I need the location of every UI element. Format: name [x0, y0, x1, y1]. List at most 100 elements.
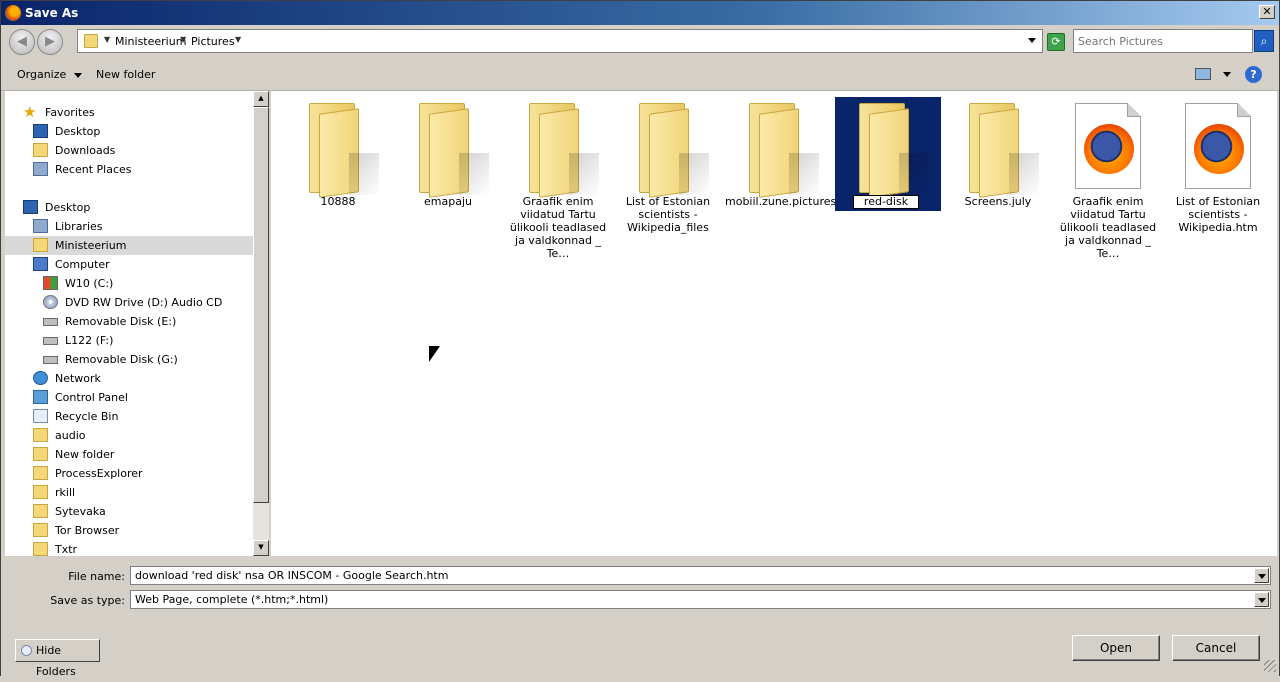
file-name-value: download 'red disk' nsa OR INSCOM - Goog…: [135, 569, 449, 582]
star-icon: ★: [23, 103, 37, 121]
nav-item[interactable]: audio: [5, 426, 255, 445]
search-button[interactable]: ⌕: [1254, 30, 1274, 52]
nav-item[interactable]: Ministeerium: [5, 236, 255, 255]
navigation-scrollbar[interactable]: ▲ ▼: [253, 91, 269, 556]
file-item[interactable]: Graafik enim viidatud Tartu ülikooli tea…: [1055, 97, 1161, 260]
nav-item[interactable]: ProcessExplorer: [5, 464, 255, 483]
folder-icon: [84, 34, 98, 48]
address-bar[interactable]: ▼ Ministeerium ▼ Pictures ▼: [77, 29, 1043, 53]
file-name-input[interactable]: download 'red disk' nsa OR INSCOM - Goog…: [130, 566, 1271, 585]
refresh-icon: ⟳: [1051, 35, 1061, 48]
nav-item[interactable]: Desktop: [5, 122, 255, 141]
folder-icon: [969, 103, 1039, 198]
nav-item[interactable]: Txtr: [5, 540, 255, 556]
nav-item-label: Removable Disk (E:): [65, 315, 177, 328]
nav-item[interactable]: Removable Disk (E:): [5, 312, 255, 331]
view-options-dropdown[interactable]: [1223, 72, 1231, 77]
nav-item[interactable]: rkill: [5, 483, 255, 502]
file-name-dropdown[interactable]: [1254, 568, 1269, 583]
forward-button[interactable]: ▶: [37, 29, 63, 55]
breadcrumb-arrow-icon[interactable]: ▼: [235, 35, 241, 44]
nav-item[interactable]: Libraries: [5, 217, 255, 236]
cancel-button[interactable]: Cancel: [1172, 635, 1260, 661]
nav-item-label: Libraries: [55, 220, 103, 233]
scroll-thumb[interactable]: [253, 107, 269, 503]
folder-icon: [309, 103, 379, 198]
nav-item-label: rkill: [55, 486, 76, 499]
open-button[interactable]: Open: [1072, 635, 1160, 661]
file-list[interactable]: 10888 emapaju Graafik enim viidatud Tartu …: [271, 91, 1277, 556]
hide-folders-button[interactable]: Hide Folders: [15, 639, 100, 678]
drive-icon: [43, 337, 58, 345]
folder-icon: [749, 103, 819, 198]
change-view-icon[interactable]: [1195, 68, 1211, 80]
folder-item[interactable]: mobiil.zune.pictures: [725, 97, 836, 247]
nav-item[interactable]: Desktop: [5, 198, 255, 217]
back-button[interactable]: ◀: [9, 29, 35, 55]
search-icon: ⌕: [1260, 34, 1268, 48]
breadcrumb-arrow-icon[interactable]: ▼: [104, 35, 110, 44]
folder-item[interactable]: Screens.july: [945, 97, 1051, 247]
close-button[interactable]: ✕: [1259, 5, 1275, 19]
nav-item[interactable]: Downloads: [5, 141, 255, 160]
nav-item[interactable]: Sytevaka: [5, 502, 255, 521]
organize-menu[interactable]: Organize: [17, 68, 83, 81]
breadcrumb-arrow-icon[interactable]: ▼: [180, 35, 186, 44]
folder-icon: [33, 504, 48, 518]
folder-item[interactable]: 10888: [285, 97, 391, 247]
firefox-icon: [5, 5, 21, 21]
nav-item[interactable]: Recent Places: [5, 160, 255, 179]
save-type-dropdown[interactable]: [1254, 592, 1269, 607]
folder-icon: [33, 485, 48, 499]
save-type-value: Web Page, complete (*.htm;*.html): [135, 593, 329, 606]
item-icon-area: [1055, 97, 1161, 211]
breadcrumb-ministeerium[interactable]: Ministeerium: [115, 35, 186, 48]
help-icon[interactable]: ?: [1245, 66, 1262, 83]
folder-icon: [529, 103, 599, 198]
breadcrumb-pictures[interactable]: Pictures: [191, 35, 235, 48]
nav-item[interactable]: Recycle Bin: [5, 407, 255, 426]
nav-item[interactable]: Network: [5, 369, 255, 388]
folder-item[interactable]: emapaju: [395, 97, 501, 247]
resize-grip[interactable]: [1264, 660, 1276, 672]
firefox-document-icon: [1185, 103, 1251, 189]
system-drive-icon: [43, 276, 58, 290]
folder-item[interactable]: red-disk: [835, 97, 941, 247]
new-folder-button[interactable]: New folder: [96, 68, 155, 81]
folder-icon: [33, 542, 48, 556]
folder-item[interactable]: Graafik enim viidatud Tartu ülikooli tea…: [505, 97, 611, 260]
organize-label: Organize: [17, 68, 67, 81]
nav-item[interactable]: Computer: [5, 255, 255, 274]
nav-item[interactable]: W10 (C:): [5, 274, 255, 293]
search-input[interactable]: [1074, 31, 1244, 51]
nav-item[interactable]: New folder: [5, 445, 255, 464]
navigation-pane[interactable]: ★ Favorites Desktop Downloads Recent Places D…: [5, 91, 255, 556]
scroll-up-button[interactable]: ▲: [253, 91, 269, 107]
nav-item[interactable]: DVD RW Drive (D:) Audio CD: [5, 293, 255, 312]
address-row: ◀ ▶ ▼ Ministeerium ▼ Pictures ▼ ⟳ ⌕: [1, 25, 1279, 59]
nav-item-label: New folder: [55, 448, 115, 461]
nav-item[interactable]: Removable Disk (G:): [5, 350, 255, 369]
nav-item-label: Removable Disk (G:): [65, 353, 178, 366]
title-bar[interactable]: Save As ✕: [1, 1, 1279, 25]
nav-item-label: Computer: [55, 258, 110, 271]
search-box[interactable]: [1073, 29, 1253, 53]
nav-item[interactable]: ★ Favorites: [5, 103, 255, 122]
rename-input[interactable]: red-disk: [853, 195, 919, 209]
forward-arrow-icon: ▶: [45, 34, 55, 49]
item-label: List of Estonian scientists - Wikipedia_…: [625, 195, 711, 234]
folder-icon: [33, 523, 48, 537]
save-type-select[interactable]: Web Page, complete (*.htm;*.html): [130, 590, 1271, 609]
hide-folders-label: Hide Folders: [36, 644, 76, 678]
folder-item[interactable]: List of Estonian scientists - Wikipedia_…: [615, 97, 721, 247]
user-folder-icon: [33, 238, 48, 252]
nav-item[interactable]: Tor Browser: [5, 521, 255, 540]
nav-item-label: Ministeerium: [55, 239, 127, 252]
nav-item[interactable]: L122 (F:): [5, 331, 255, 350]
scroll-down-button[interactable]: ▼: [253, 540, 269, 556]
file-item[interactable]: List of Estonian scientists - Wikipedia.…: [1165, 97, 1271, 247]
nav-item[interactable]: Control Panel: [5, 388, 255, 407]
address-history-dropdown[interactable]: [1028, 38, 1036, 43]
refresh-button[interactable]: ⟳: [1047, 33, 1065, 51]
folder-icon: [33, 466, 48, 480]
